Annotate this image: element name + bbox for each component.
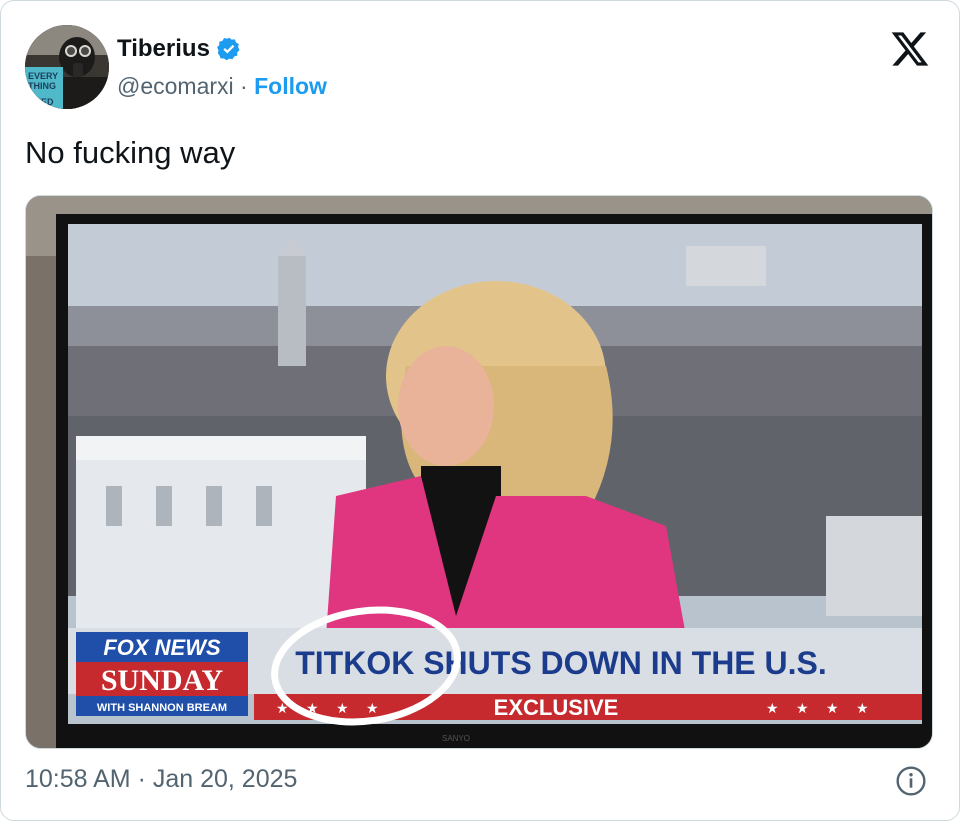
svg-text:★: ★ — [796, 701, 809, 717]
display-name-text: Tiberius — [117, 35, 210, 62]
svg-text:★: ★ — [826, 701, 839, 717]
tweet-timestamp[interactable]: 10:58 AM · Jan 20, 2025 — [25, 765, 297, 794]
svg-text:★: ★ — [366, 701, 379, 717]
svg-text:★: ★ — [336, 701, 349, 717]
avatar[interactable]: EVERY THING CKED — [25, 25, 109, 109]
follow-button[interactable]: Follow — [254, 73, 327, 99]
handle-separator: · — [240, 73, 248, 99]
chyron-headline: TITKOK SHUTS DOWN IN THE U.S. — [295, 645, 827, 681]
avatar-image: EVERY THING CKED — [25, 25, 109, 109]
chyron-exclusive: EXCLUSIVE — [494, 695, 619, 720]
network-line2: SUNDAY — [101, 664, 224, 697]
handle-line: @ecomarxi · Follow — [117, 73, 327, 100]
tv-photo: FOX NEWS SUNDAY WITH SHANNON BREAM TITKO… — [26, 196, 932, 748]
svg-text:★: ★ — [766, 701, 779, 717]
tweet-text: No fucking way — [25, 135, 236, 170]
display-name[interactable]: Tiberius — [117, 35, 242, 63]
svg-text:EVERY: EVERY — [28, 71, 58, 81]
tweet-card: EVERY THING CKED Tiberius @ecomarxi · Fo… — [0, 0, 960, 821]
tweet-media-image[interactable]: FOX NEWS SUNDAY WITH SHANNON BREAM TITKO… — [25, 195, 933, 749]
x-logo-icon[interactable] — [889, 29, 929, 69]
user-handle[interactable]: @ecomarxi — [117, 73, 234, 99]
tv-brand: SANYO — [442, 734, 470, 743]
svg-text:★: ★ — [856, 701, 869, 717]
svg-text:CKED: CKED — [28, 97, 54, 107]
info-icon[interactable] — [895, 765, 927, 797]
network-line1: FOX NEWS — [103, 635, 221, 660]
svg-text:THING: THING — [28, 81, 56, 91]
host-line: WITH SHANNON BREAM — [97, 702, 227, 714]
verified-badge-icon — [217, 37, 240, 61]
